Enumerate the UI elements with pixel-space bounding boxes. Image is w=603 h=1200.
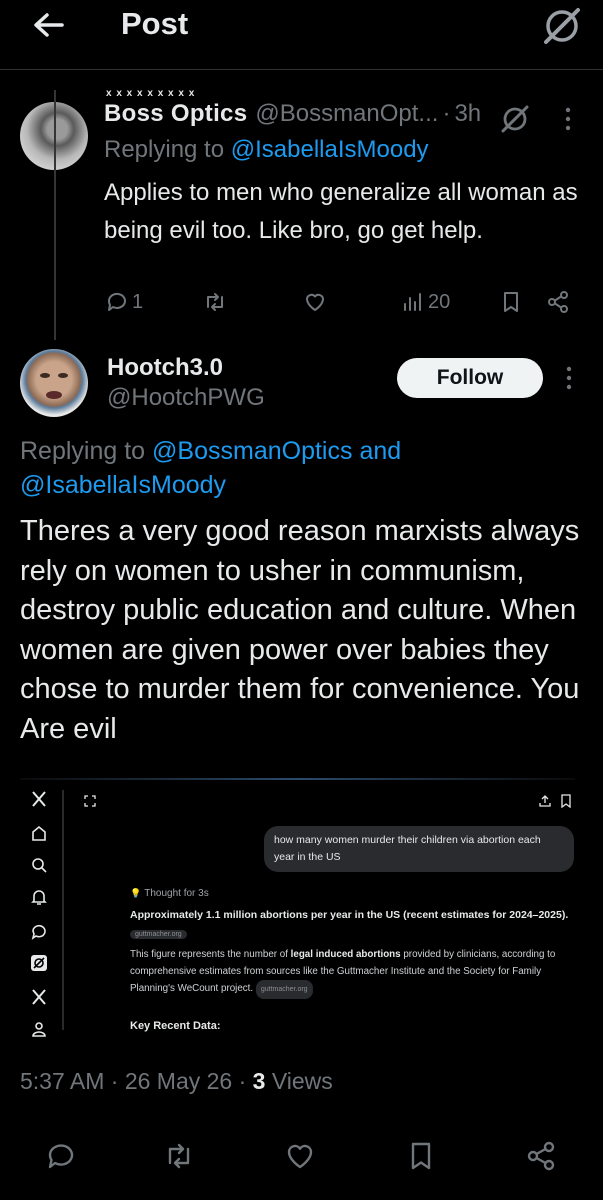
avatar-mouth xyxy=(46,391,62,399)
notifications-icon xyxy=(30,888,48,906)
bookmark-icon xyxy=(504,292,518,312)
thought-label: Thought for 3s xyxy=(130,888,208,899)
views-count: 3 xyxy=(252,1068,266,1094)
post-timestamp: 5:37 AM · 26 May 26 · 3 Views xyxy=(20,1068,333,1094)
repost-icon[interactable] xyxy=(162,1139,202,1179)
replying-to: Replying to @BossmanOptics and @Isabella… xyxy=(20,437,402,499)
share-button[interactable] xyxy=(545,284,571,320)
reply-count: 1 xyxy=(132,290,144,313)
more-options-icon[interactable] xyxy=(558,104,578,134)
post-text: Applies to men who generalize all woman … xyxy=(104,179,578,244)
reply-button[interactable]: 1 xyxy=(104,284,143,320)
avatar-eye xyxy=(40,373,50,378)
messages-icon xyxy=(30,922,48,940)
grok-icon[interactable] xyxy=(540,4,584,48)
expand-icon xyxy=(84,794,96,807)
replying-to: Replying to @IsabellaIsMoody xyxy=(104,136,429,163)
views-button[interactable]: 20 xyxy=(400,284,450,320)
avatar[interactable] xyxy=(20,349,88,417)
mention-and: and xyxy=(359,437,402,465)
chat-query-bubble: how many women murder their children via… xyxy=(264,826,574,872)
bookmark-button[interactable] xyxy=(498,284,524,320)
post-time[interactable]: 3h xyxy=(454,100,481,128)
share-icon xyxy=(548,291,568,313)
user-handle[interactable]: @HootchPWG xyxy=(107,384,265,412)
display-name[interactable]: Boss Optics xyxy=(104,88,247,128)
page-title: Post xyxy=(121,6,189,41)
scrollbar xyxy=(62,790,64,1030)
heart-icon xyxy=(306,293,324,311)
repost-button[interactable] xyxy=(202,284,228,320)
post-media-image[interactable]: how many women murder their children via… xyxy=(20,778,575,1044)
answer-subheading: Key Recent Data: xyxy=(130,1020,221,1032)
follow-button[interactable]: Follow xyxy=(397,358,543,398)
media-sidebar xyxy=(20,786,60,1044)
post-action-bar xyxy=(0,1128,603,1200)
mention-link[interactable]: @IsabellaIsMoody xyxy=(20,471,226,499)
views-icon xyxy=(404,293,421,311)
post-actions: 1 20 xyxy=(104,284,584,320)
share-icon xyxy=(538,794,552,808)
divider xyxy=(20,778,575,780)
mention-link[interactable]: @IsabellaIsMoody xyxy=(231,136,429,163)
reply-icon xyxy=(107,292,126,311)
heart-icon[interactable] xyxy=(283,1139,323,1179)
bookmark-icon[interactable] xyxy=(404,1139,444,1179)
thread-line xyxy=(54,90,56,340)
post-header: Boss Optics @BossmanOpt... · 3h xyxy=(104,88,481,128)
source-chip: guttmacher.org xyxy=(130,930,187,939)
repost-icon xyxy=(207,293,223,311)
avatar-eye xyxy=(58,373,68,378)
post-text: Theres a very good reason marxists alway… xyxy=(20,515,580,745)
x-logo-icon xyxy=(30,790,48,808)
mention-link[interactable]: @BossmanOptics xyxy=(152,437,352,465)
reply-post[interactable]: Boss Optics @BossmanOpt... · 3h Replying… xyxy=(0,70,603,340)
display-name[interactable]: Hootch3.0 xyxy=(107,354,223,382)
x-logo-icon xyxy=(30,988,48,1006)
reply-icon[interactable] xyxy=(44,1139,84,1179)
like-button[interactable] xyxy=(302,284,328,320)
answer-body: This figure represents the number of leg… xyxy=(130,946,575,999)
home-icon xyxy=(30,824,48,842)
top-bar: Post xyxy=(0,0,603,70)
profile-icon xyxy=(30,1020,48,1038)
source-chip: guttmacher.org xyxy=(255,980,313,999)
user-handle[interactable]: @BossmanOpt... xyxy=(255,100,438,128)
bookmark-icon xyxy=(560,794,572,809)
grok-icon[interactable] xyxy=(498,102,532,136)
views-count: 20 xyxy=(428,290,451,313)
answer-headline: Approximately 1.1 million abortions per … xyxy=(130,909,569,921)
separator: · xyxy=(442,100,451,127)
share-icon[interactable] xyxy=(524,1139,564,1179)
back-arrow-icon[interactable] xyxy=(28,6,68,46)
search-icon xyxy=(30,856,48,874)
more-options-icon[interactable] xyxy=(559,363,579,393)
grok-icon xyxy=(30,954,48,972)
